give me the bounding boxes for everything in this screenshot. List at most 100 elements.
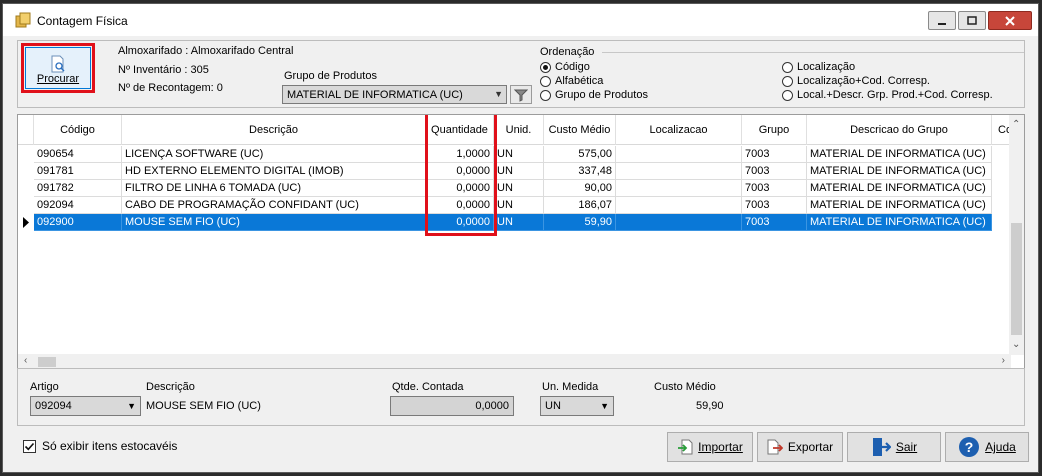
importar-button[interactable]: Importar bbox=[667, 432, 753, 462]
estocaveis-checkbox[interactable]: Só exibir itens estocavéis bbox=[23, 439, 177, 453]
sair-label: Sair bbox=[895, 440, 918, 454]
cell-descricao: FILTRO DE LINHA 6 TOMADA (UC) bbox=[122, 180, 426, 197]
cell-desc-grupo: MATERIAL DE INFORMATICA (UC) bbox=[807, 180, 992, 197]
column-header-custo-medio[interactable]: Custo Médio bbox=[544, 115, 616, 145]
radio-local-descr[interactable]: Local.+Descr. Grp. Prod.+Cod. Corresp. bbox=[782, 89, 993, 101]
cell-unid: UN bbox=[494, 214, 544, 231]
radio-codigo[interactable]: Código bbox=[540, 61, 590, 73]
column-header-descricao[interactable]: Descrição bbox=[122, 115, 426, 145]
radio-empty-icon bbox=[782, 75, 793, 87]
grupo-label: Grupo de Produtos bbox=[284, 70, 377, 82]
edit-panel: Artigo 092094 ▼ Descrição MOUSE SEM FIO … bbox=[17, 368, 1025, 426]
cell-unid: UN bbox=[494, 163, 544, 180]
cell-grupo: 7003 bbox=[742, 180, 807, 197]
column-header-quantidade[interactable]: Quantidade bbox=[426, 115, 494, 145]
cell-quantidade[interactable]: 0,0000 bbox=[426, 197, 494, 214]
sair-button[interactable]: Sair bbox=[847, 432, 941, 462]
chevron-down-icon: ▼ bbox=[494, 89, 503, 99]
exit-door-icon bbox=[872, 438, 891, 456]
cell-custo: 575,00 bbox=[544, 146, 616, 163]
artigo-select[interactable]: 092094 ▼ bbox=[30, 396, 141, 416]
scroll-up-icon[interactable]: ⌃ bbox=[1012, 119, 1020, 130]
chevron-down-icon: ▼ bbox=[127, 401, 136, 411]
qtde-contada-input[interactable]: 0,0000 bbox=[390, 396, 514, 416]
table-row[interactable]: 092094 CABO DE PROGRAMAÇÃO CONFIDANT (UC… bbox=[18, 197, 1011, 214]
cell-descricao: HD EXTERNO ELEMENTO DIGITAL (IMOB) bbox=[122, 163, 426, 180]
column-header-grupo[interactable]: Grupo bbox=[742, 115, 807, 145]
cell-desc-grupo: MATERIAL DE INFORMATICA (UC) bbox=[807, 146, 992, 163]
cell-grupo: 7003 bbox=[742, 197, 807, 214]
cell-custo: 90,00 bbox=[544, 180, 616, 197]
scroll-left-icon[interactable]: ‹ bbox=[24, 355, 27, 366]
scroll-right-icon[interactable]: › bbox=[1002, 355, 1005, 366]
column-header-localizacao[interactable]: Localizacao bbox=[616, 115, 742, 145]
filter-icon bbox=[514, 89, 528, 102]
radio-empty-icon bbox=[782, 61, 793, 73]
radio-grupo-produtos[interactable]: Grupo de Produtos bbox=[540, 89, 648, 101]
cell-unid: UN bbox=[494, 146, 544, 163]
column-header-unid[interactable]: Unid. bbox=[494, 115, 544, 145]
descricao-label: Descrição bbox=[146, 381, 195, 393]
descricao-value: MOUSE SEM FIO (UC) bbox=[146, 400, 261, 412]
search-document-icon bbox=[51, 55, 65, 73]
vertical-scroll-thumb[interactable] bbox=[1011, 223, 1022, 335]
qtde-contada-label: Qtde. Contada bbox=[392, 381, 464, 393]
cell-desc-grupo: MATERIAL DE INFORMATICA (UC) bbox=[807, 214, 992, 231]
cell-codigo: 092900 bbox=[34, 214, 122, 231]
maximize-button[interactable] bbox=[958, 11, 986, 30]
scroll-down-icon[interactable]: ⌄ bbox=[1012, 339, 1020, 350]
table-row-selected[interactable]: 092900 MOUSE SEM FIO (UC) 0,0000 UN 59,9… bbox=[18, 214, 1011, 231]
cell-grupo: 7003 bbox=[742, 214, 807, 231]
ajuda-label: Ajuda bbox=[985, 440, 1016, 454]
cell-localizacao bbox=[616, 180, 742, 197]
table-row[interactable]: 090654 LICENÇA SOFTWARE (UC) 1,0000 UN 5… bbox=[18, 146, 1011, 163]
radio-selected-icon bbox=[540, 61, 551, 73]
procurar-button[interactable]: Procurar bbox=[25, 47, 91, 89]
radio-localizacao-cod[interactable]: Localização+Cod. Corresp. bbox=[782, 75, 930, 87]
radio-empty-icon bbox=[782, 89, 793, 101]
checkbox-checked-icon bbox=[23, 439, 36, 453]
ordenacao-title: Ordenação bbox=[540, 46, 595, 58]
table-row[interactable]: 091782 FILTRO DE LINHA 6 TOMADA (UC) 0,0… bbox=[18, 180, 1011, 197]
radio-label: Localização bbox=[797, 61, 856, 73]
un-medida-value: UN bbox=[545, 400, 561, 412]
filter-button[interactable] bbox=[510, 85, 532, 104]
radio-alfabetica[interactable]: Alfabética bbox=[540, 75, 603, 87]
current-row-arrow-icon bbox=[23, 217, 29, 228]
table-row[interactable]: 091781 HD EXTERNO ELEMENTO DIGITAL (IMOB… bbox=[18, 163, 1011, 180]
exportar-label: Exportar bbox=[787, 440, 834, 454]
cell-quantidade[interactable]: 0,0000 bbox=[426, 163, 494, 180]
cell-codigo: 091782 bbox=[34, 180, 122, 197]
radio-label: Localização+Cod. Corresp. bbox=[797, 75, 930, 87]
ordenacao-divider bbox=[602, 52, 1024, 53]
close-button[interactable] bbox=[988, 11, 1032, 30]
exportar-button[interactable]: Exportar bbox=[757, 432, 843, 462]
radio-label: Grupo de Produtos bbox=[555, 89, 648, 101]
column-header-descricao-grupo[interactable]: Descricao do Grupo bbox=[807, 115, 992, 145]
grupo-value: MATERIAL DE INFORMATICA (UC) bbox=[287, 88, 463, 101]
cell-desc-grupo: MATERIAL DE INFORMATICA (UC) bbox=[807, 197, 992, 214]
export-icon bbox=[767, 439, 783, 455]
cell-descricao: CABO DE PROGRAMAÇÃO CONFIDANT (UC) bbox=[122, 197, 426, 214]
cell-custo: 59,90 bbox=[544, 214, 616, 231]
contagem-fisica-window: Contagem Física Procurar Almoxarifado : … bbox=[2, 3, 1039, 473]
grupo-select[interactable]: MATERIAL DE INFORMATICA (UC) ▼ bbox=[282, 85, 507, 104]
column-header-codigo[interactable]: Código bbox=[34, 115, 122, 145]
grid-header: Código Descrição Quantidade Unid. Custo … bbox=[18, 115, 1011, 145]
vertical-scrollbar[interactable]: ⌃ ⌄ bbox=[1009, 115, 1024, 355]
un-medida-select[interactable]: UN ▼ bbox=[540, 396, 614, 416]
window-title: Contagem Física bbox=[37, 14, 128, 28]
ordenacao-group: Ordenação Código Alfabética Grupo de Pro… bbox=[536, 46, 1024, 106]
maximize-icon bbox=[967, 15, 977, 25]
ajuda-button[interactable]: ? Ajuda bbox=[945, 432, 1029, 462]
cell-localizacao bbox=[616, 197, 742, 214]
cell-quantidade[interactable]: 1,0000 bbox=[426, 146, 494, 163]
minimize-button[interactable] bbox=[928, 11, 956, 30]
app-icon bbox=[15, 12, 31, 28]
cell-quantidade[interactable]: 0,0000 bbox=[426, 180, 494, 197]
cell-quantidade[interactable]: 0,0000 bbox=[426, 214, 494, 231]
horizontal-scroll-thumb[interactable] bbox=[38, 357, 56, 367]
cell-custo: 337,48 bbox=[544, 163, 616, 180]
radio-localizacao[interactable]: Localização bbox=[782, 61, 855, 73]
cell-descricao: LICENÇA SOFTWARE (UC) bbox=[122, 146, 426, 163]
